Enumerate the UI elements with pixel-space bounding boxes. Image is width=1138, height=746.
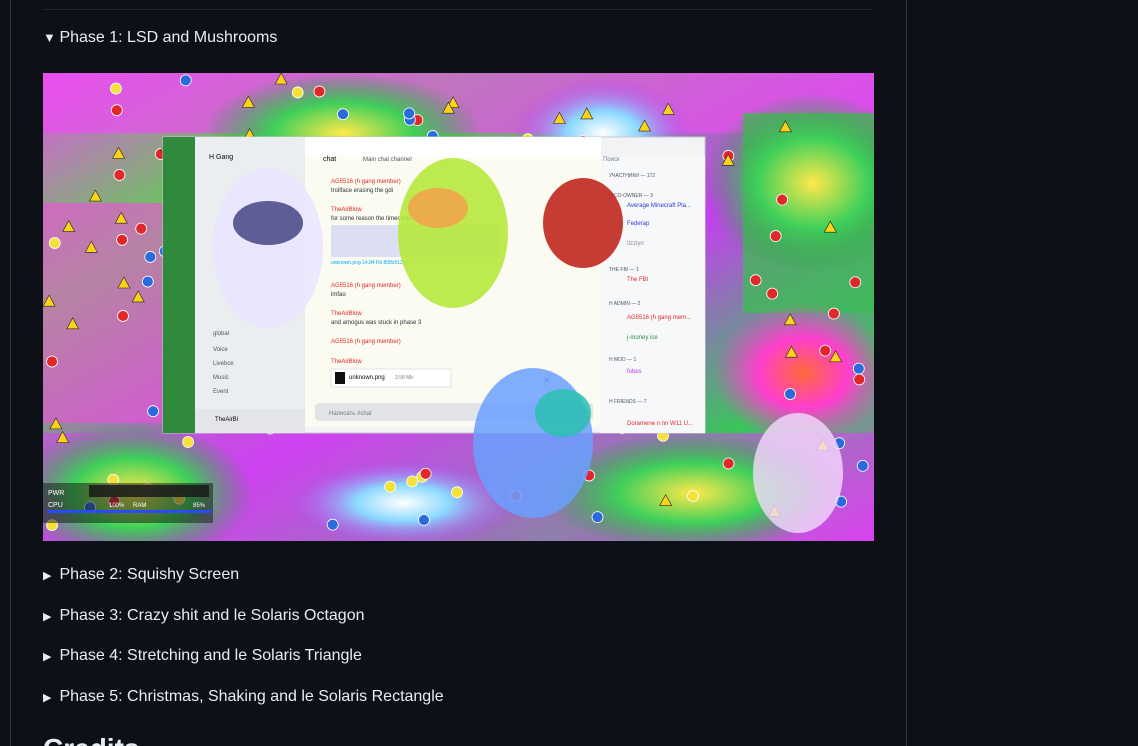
info-icon (147, 405, 159, 418)
info-icon (403, 107, 416, 120)
message-author: AG5516 (h gang member) (331, 179, 401, 185)
info-icon (852, 362, 865, 375)
error-icon (769, 230, 782, 242)
details-phase-5[interactable]: ▶ Phase 5: Christmas, Shaking and le Sol… (43, 687, 444, 708)
collapsed-triangle-icon: ▶ (43, 692, 52, 704)
error-icon (722, 457, 735, 470)
details-summary-label: Phase 3: Crazy shit and le Solaris Octag… (59, 607, 365, 624)
performance-overlay: PWR CPU 100% RAM 85% (43, 483, 213, 523)
message-author: TheAirBlow (331, 359, 362, 365)
member-name[interactable]: Doramene n nn W11 U... (627, 421, 693, 427)
member-name[interactable]: Average Minecraft Pla... (627, 203, 691, 209)
search-input[interactable]: Поиск (603, 157, 620, 163)
info-icon (337, 108, 349, 121)
current-user-name: TheAirBl (215, 417, 238, 423)
member-name[interactable]: Ilzziyn (627, 241, 644, 247)
channel-topic: Main chat channel (363, 157, 412, 163)
question-icon (291, 86, 304, 99)
error-icon (46, 355, 58, 368)
details-phase-3[interactable]: ▶ Phase 3: Crazy shit and le Solaris Oct… (43, 606, 365, 627)
error-icon (135, 222, 148, 235)
error-icon (749, 274, 762, 287)
perf-value-cpu: 100% (109, 503, 125, 509)
message-text: lmfao (331, 292, 346, 298)
error-icon (113, 169, 126, 181)
question-icon (384, 480, 397, 493)
member-name[interactable]: Federap (627, 221, 650, 227)
error-icon (853, 373, 866, 386)
details-summary-label: Phase 2: Squishy Screen (59, 566, 240, 583)
info-icon (144, 251, 157, 263)
member-name[interactable]: AG5516 (h gang mem... (627, 315, 691, 321)
attachment-name[interactable]: unknown.png (349, 375, 385, 381)
channel-livebox[interactable]: Livebox (213, 361, 234, 367)
error-icon (776, 193, 789, 206)
member-name[interactable]: j-money ice (626, 335, 658, 341)
message-text: trollface erasing the gdi (331, 188, 393, 194)
member-group-header: H ADMIN — 2 (609, 301, 641, 307)
error-icon (313, 85, 326, 98)
error-icon (117, 310, 129, 322)
member-name[interactable]: The FBI (627, 277, 649, 283)
info-icon (179, 74, 192, 87)
channel-voice[interactable]: Voice (213, 347, 228, 353)
perf-label-pwr: PWR (48, 490, 64, 497)
attachment-size: 3.58 Mb (395, 375, 413, 381)
perf-label-cpu: CPU (48, 502, 63, 509)
expanded-triangle-icon: ▼ (43, 30, 56, 45)
question-icon (451, 486, 463, 499)
details-phase-1[interactable]: ▼ Phase 1: LSD and Mushrooms (43, 28, 277, 48)
error-icon (116, 233, 128, 246)
message-input[interactable]: Написать #chat (329, 411, 372, 417)
channel-music[interactable]: Music (213, 375, 229, 381)
content-panel: ▼ Phase 1: LSD and Mushrooms H Gang chat… (10, 0, 907, 746)
message-author: AG5516 (h gang member) (331, 283, 401, 289)
channel-global[interactable]: global (213, 331, 229, 337)
details-summary-label: Phase 4: Stretching and le Solaris Trian… (59, 647, 362, 664)
question-icon (48, 237, 61, 249)
info-icon (784, 388, 796, 400)
collapsed-triangle-icon: ▶ (43, 570, 52, 582)
perf-label-ram: RAM (133, 503, 146, 509)
question-icon (406, 475, 419, 488)
member-group-header: H MOD — 1 (609, 357, 636, 363)
error-icon (849, 276, 862, 289)
readme-page: ▼ Phase 1: LSD and Mushrooms H Gang chat… (0, 0, 1138, 746)
credits-heading: Credits (43, 732, 139, 746)
info-icon (141, 275, 154, 288)
details-phase-2[interactable]: ▶ Phase 2: Squishy Screen (43, 565, 239, 586)
message-author: TheAirBlow (331, 311, 362, 317)
message-author: TheAirBlow (331, 207, 362, 213)
question-icon (687, 490, 699, 503)
channel-event[interactable]: Event (213, 389, 229, 395)
section-divider (43, 9, 873, 10)
message-attachment-link[interactable]: unknown.png 14.84 Kb 808x512px (331, 260, 409, 266)
server-name: H Gang (209, 154, 233, 161)
member-group-header: THE FBI — 1 (609, 267, 639, 273)
error-icon (819, 344, 832, 357)
info-icon (418, 514, 430, 526)
info-icon (591, 511, 604, 524)
question-icon (182, 436, 194, 448)
channel-name: chat (323, 156, 336, 163)
member-name[interactable]: fobes (627, 369, 642, 375)
details-phase-4[interactable]: ▶ Phase 4: Stretching and le Solaris Tri… (43, 646, 362, 667)
details-summary-label: Phase 1: LSD and Mushrooms (59, 29, 278, 46)
details-summary-label: Phase 5: Christmas, Shaking and le Solar… (59, 688, 444, 705)
collapsed-triangle-icon: ▶ (43, 651, 52, 663)
member-group-header: УЧАСТНИКИ — 172 (609, 173, 655, 179)
error-icon (766, 287, 779, 300)
error-icon (110, 104, 123, 117)
member-group-header: H FRIENDS — 7 (609, 399, 647, 405)
perf-value-ram: 85% (193, 503, 206, 509)
collapsed-triangle-icon: ▶ (43, 611, 52, 623)
info-icon (856, 459, 869, 472)
message-author: AG5516 (h gang member) (331, 339, 401, 345)
phase-1-screenshot: H Gang chat Main chat channel Поиск glob… (43, 73, 874, 541)
error-icon (419, 467, 432, 480)
message-text: and amogus was stuck in phase 3 (331, 320, 422, 326)
question-icon (110, 82, 122, 95)
info-icon (326, 518, 339, 531)
error-icon (827, 307, 840, 320)
